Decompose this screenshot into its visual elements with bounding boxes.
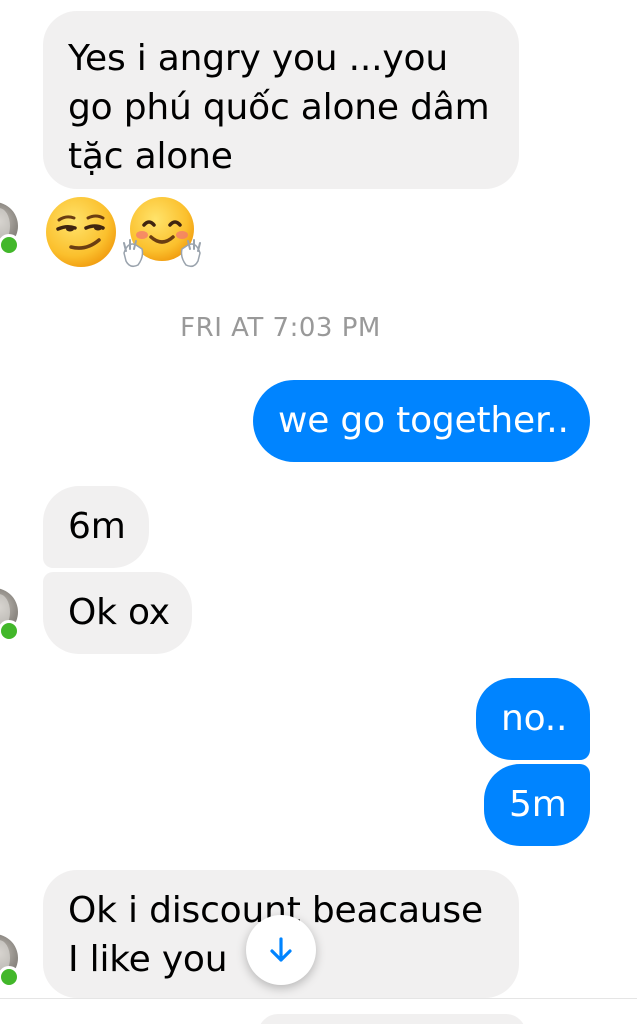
incoming-message-partial[interactable] xyxy=(258,1014,526,1024)
arrow-down-icon xyxy=(270,937,292,962)
contact-avatar[interactable] xyxy=(0,202,20,256)
online-status-dot xyxy=(0,620,20,642)
outgoing-message[interactable]: 5m xyxy=(484,764,590,846)
incoming-message[interactable]: 6m xyxy=(43,486,149,568)
smirking-face-emoji-icon xyxy=(46,197,116,267)
online-status-dot xyxy=(0,966,20,988)
contact-avatar[interactable] xyxy=(0,588,20,642)
hugging-face-emoji-icon xyxy=(123,197,201,268)
outgoing-message[interactable]: we go together.. xyxy=(253,380,590,462)
message-timestamp: FRI AT 7:03 PM xyxy=(180,313,381,343)
contact-avatar[interactable] xyxy=(0,934,20,988)
divider xyxy=(0,998,637,999)
incoming-message[interactable]: Ok ox xyxy=(43,572,192,654)
incoming-message[interactable]: Yes i angry you ...you go phú quốc alone… xyxy=(43,11,519,189)
online-status-dot xyxy=(0,234,20,256)
outgoing-message[interactable]: no.. xyxy=(476,678,590,760)
scroll-to-bottom-button[interactable] xyxy=(246,915,316,985)
chat-thread: Yes i angry you ...you go phú quốc alone… xyxy=(0,0,637,1024)
